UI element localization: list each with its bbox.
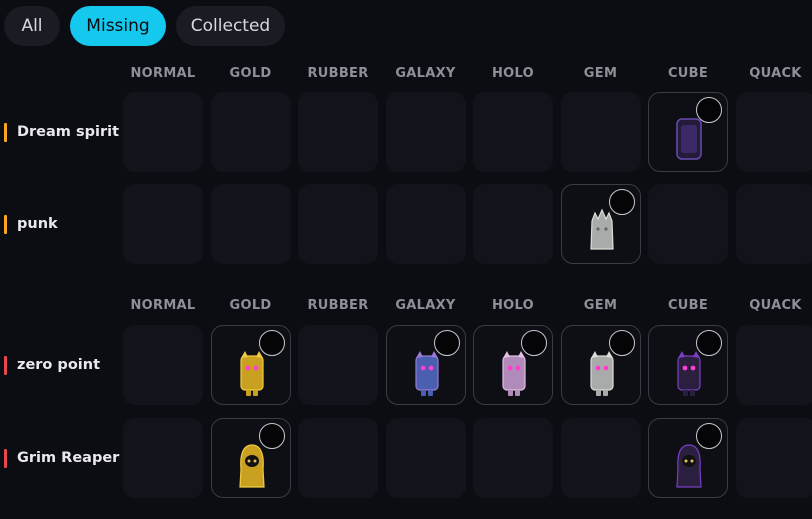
column-header-gold: GOLD [229,298,272,313]
variant-cell-gold[interactable] [210,325,291,405]
row-name: zero point [17,357,100,373]
column-header-galaxy: GALAXY [395,298,456,313]
column-header-holo: HOLO [491,66,534,81]
variant-cell-rubber[interactable] [298,92,378,172]
select-circle[interactable] [696,97,722,123]
variant-cell-quack[interactable] [735,184,812,264]
column-header-quack: QUACK [749,298,802,313]
row-label-dream-spirit: Dream spirit [4,122,119,142]
variant-cell-normal[interactable] [123,92,203,172]
filter-collected-button[interactable]: Collected [176,6,285,46]
variant-cell-holo[interactable] [473,418,553,498]
variant-cell-rubber[interactable] [298,184,378,264]
variant-cell-rubber[interactable] [298,418,378,498]
select-circle[interactable] [608,330,635,356]
variant-cell-galaxy[interactable] [385,184,466,264]
variant-cell-gold[interactable] [210,184,291,264]
variant-cell-cube[interactable] [648,184,728,264]
row-name: punk [17,216,58,232]
variant-cell-rubber[interactable] [298,325,378,405]
column-header-quack: QUACK [749,66,802,81]
character-figure-icon [676,444,702,488]
select-circle[interactable] [696,330,722,356]
select-circle[interactable] [608,189,635,215]
variant-cell-quack[interactable] [735,92,812,172]
variant-cell-cube[interactable] [648,92,728,172]
variant-cell-cube[interactable] [648,418,728,498]
variant-cell-gem[interactable] [560,418,641,498]
variant-cell-gem[interactable] [560,184,641,264]
column-header-gem: GEM [583,66,618,81]
character-figure-icon [239,351,264,396]
variant-cell-gold[interactable] [210,92,291,172]
variant-cell-galaxy[interactable] [385,92,466,172]
column-header-cube: CUBE [667,298,709,313]
character-figure-icon [589,208,614,250]
character-figure-icon [676,118,702,160]
variant-cell-quack[interactable] [735,418,812,498]
variant-cell-normal[interactable] [123,184,203,264]
select-circle[interactable] [696,423,722,449]
variant-cell-holo[interactable] [473,92,553,172]
select-circle[interactable] [258,423,285,449]
variant-cell-gem[interactable] [560,92,641,172]
column-header-cube: CUBE [667,66,709,81]
variant-cell-normal[interactable] [123,325,203,405]
column-header-gold: GOLD [229,66,272,81]
character-figure-icon [502,351,526,396]
filter-all-button[interactable]: All [4,6,60,46]
row-name: Grim Reaper [17,450,120,466]
filter-missing-button[interactable]: Missing [70,6,166,46]
column-header-gem: GEM [583,298,618,313]
variant-cell-holo[interactable] [473,325,553,405]
variant-cell-gem[interactable] [560,325,641,405]
row-accent-bar [4,214,7,234]
column-header-rubber: RUBBER [307,298,369,313]
column-header-normal: NORMAL [130,298,196,313]
row-label-grim-reaper: Grim Reaper [4,448,119,468]
row-accent-bar [4,122,7,142]
character-figure-icon [589,351,614,396]
row-label-zero-point: zero point [4,355,100,375]
variant-cell-gold[interactable] [210,418,291,498]
column-header-holo: HOLO [491,298,534,313]
column-header-rubber: RUBBER [307,66,369,81]
row-accent-bar [4,355,7,375]
variant-cell-quack[interactable] [735,325,812,405]
column-header-galaxy: GALAXY [395,66,456,81]
character-figure-icon [238,444,265,488]
select-circle[interactable] [258,330,285,356]
variant-cell-normal[interactable] [123,418,203,498]
row-label-punk: punk [4,214,58,234]
select-circle[interactable] [521,330,547,356]
row-accent-bar [4,448,7,468]
character-figure-icon [677,351,701,396]
column-header-normal: NORMAL [130,66,196,81]
character-figure-icon [414,351,439,396]
variant-cell-galaxy[interactable] [385,418,466,498]
variant-cell-cube[interactable] [648,325,728,405]
variant-cell-galaxy[interactable] [385,325,466,405]
row-name: Dream spirit [17,124,119,140]
select-circle[interactable] [433,330,460,356]
variant-cell-holo[interactable] [473,184,553,264]
